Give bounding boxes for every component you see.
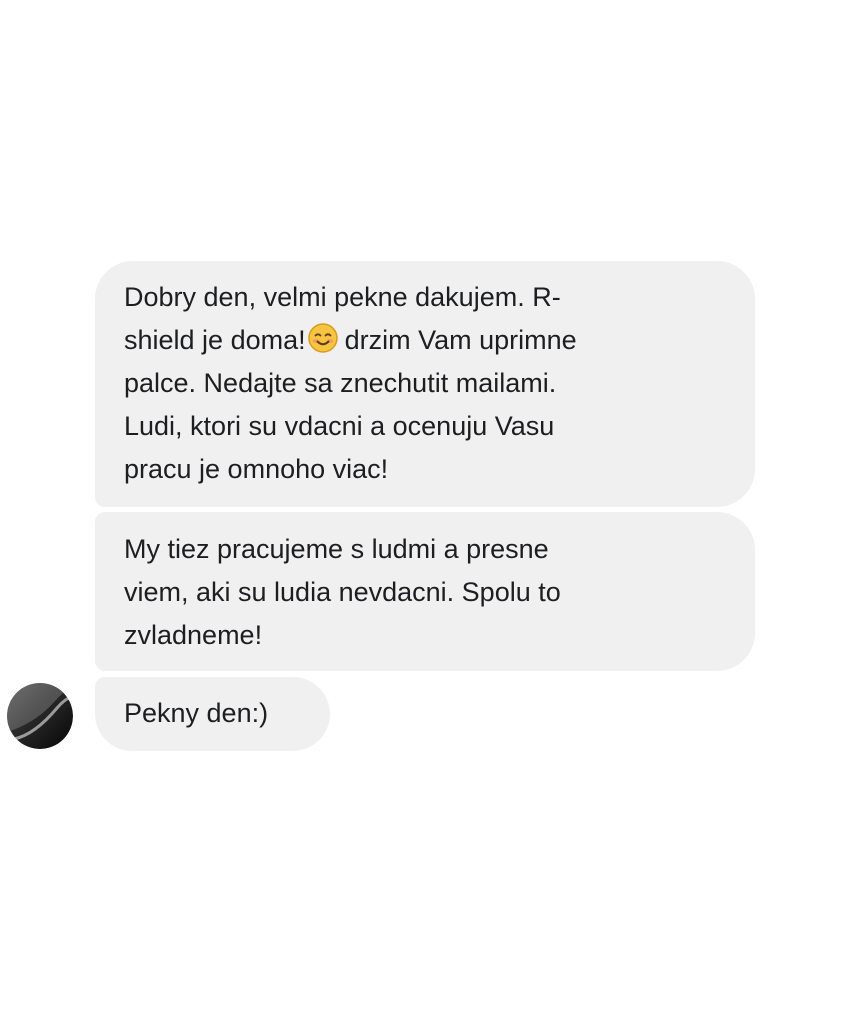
message-text: drzim Vam uprimne bbox=[344, 325, 577, 355]
message-line: viem, aki su ludia nevdacni. Spolu to bbox=[124, 577, 561, 607]
message-thread: Dobry den, velmi pekne dakujem. R- shiel… bbox=[0, 0, 843, 1024]
smiling-face-emoji-icon bbox=[307, 322, 339, 354]
message-line: zvladneme! bbox=[124, 620, 263, 650]
contact-avatar[interactable] bbox=[7, 683, 73, 749]
message-line: Pekny den:) bbox=[124, 698, 269, 728]
message-line: Dobry den, velmi pekne dakujem. R- bbox=[124, 282, 561, 312]
message-line: Ludi, ktori su vdacni a ocenuju Vasu bbox=[124, 411, 555, 441]
message-bubble[interactable]: Dobry den, velmi pekne dakujem. R- shiel… bbox=[95, 261, 755, 507]
message-line: palce. Nedajte sa znechutit mailami. bbox=[124, 368, 557, 398]
message-bubble[interactable]: Pekny den:) bbox=[95, 677, 330, 751]
message-line: shield je doma! drzim Vam uprimne bbox=[124, 319, 725, 362]
message-line: pracu je omnoho viac! bbox=[124, 454, 389, 484]
message-bubble[interactable]: My tiez pracujeme s ludmi a presne viem,… bbox=[95, 512, 755, 671]
message-line: My tiez pracujeme s ludmi a presne bbox=[124, 534, 549, 564]
message-text: shield je doma! bbox=[124, 325, 306, 355]
